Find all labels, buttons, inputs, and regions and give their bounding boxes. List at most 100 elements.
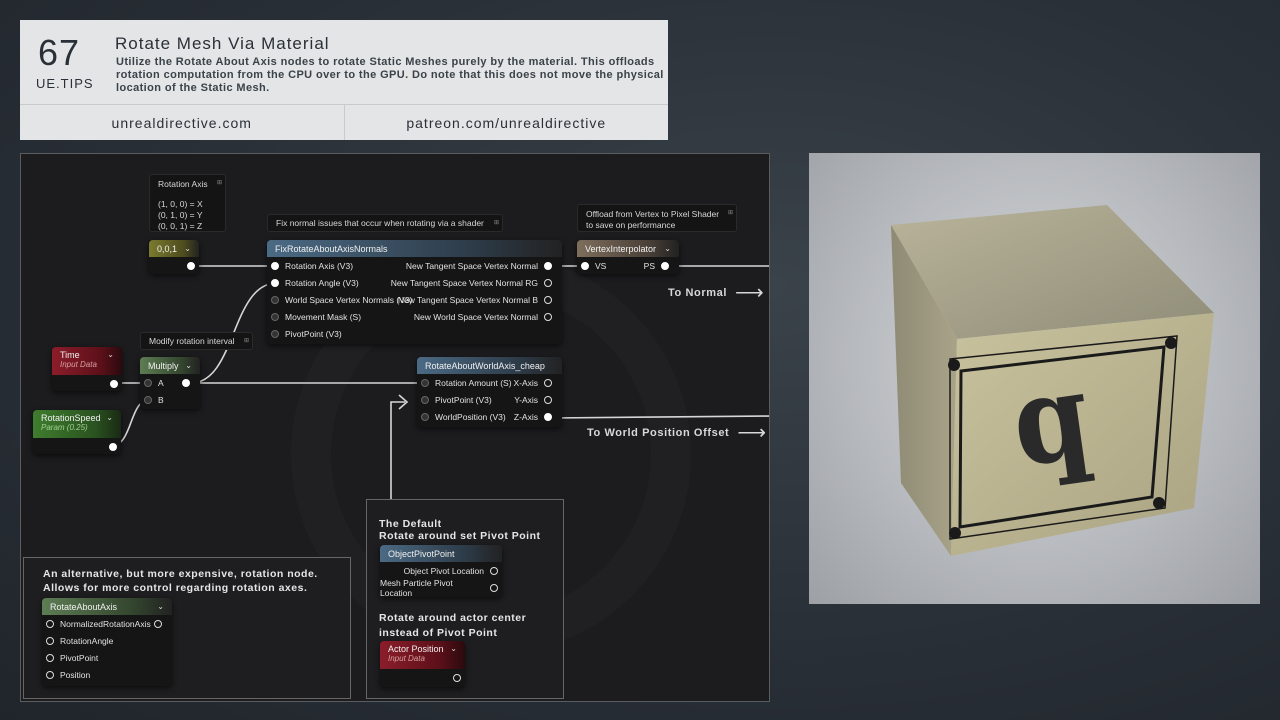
rotate-axis-input-1: RotationAngle bbox=[42, 632, 172, 649]
output-pin[interactable] bbox=[490, 566, 498, 575]
tip-title: Rotate Mesh Via Material bbox=[115, 34, 330, 53]
comment-axis-x: (1, 0, 0) = X bbox=[158, 199, 203, 209]
input-pin[interactable] bbox=[46, 670, 54, 679]
tip-header-card: 67 UE.TIPS Rotate Mesh Via Material Util… bbox=[20, 20, 668, 140]
cheap-output-y: Y-Axis bbox=[514, 391, 558, 408]
output-pin[interactable] bbox=[490, 583, 498, 592]
output-pin[interactable] bbox=[187, 261, 195, 270]
multiply-node[interactable]: Multiply ⌄ A B bbox=[140, 357, 200, 409]
chevron-down-icon[interactable]: ⌄ bbox=[106, 413, 113, 422]
output-pin[interactable] bbox=[154, 619, 162, 628]
vertex-node-title: VertexInterpolator bbox=[585, 243, 657, 254]
pin-label: VS bbox=[595, 260, 607, 271]
default-title-line2: Rotate around set Pivot Point bbox=[379, 530, 541, 542]
multiply-node-header: Multiply ⌄ bbox=[140, 357, 200, 374]
chevron-down-icon[interactable]: ⌄ bbox=[450, 644, 457, 653]
rotate-axis-node-header: RotateAboutAxis ⌄ bbox=[42, 598, 172, 615]
output-pin[interactable] bbox=[544, 295, 552, 304]
vertex-interpolator-node[interactable]: VertexInterpolator ⌄ VS PS bbox=[577, 240, 679, 274]
output-pin[interactable] bbox=[544, 312, 552, 321]
speed-node-sub: Param (0.25) bbox=[41, 423, 88, 432]
input-pin[interactable] bbox=[46, 619, 54, 628]
chevron-down-icon[interactable]: ⌄ bbox=[664, 244, 671, 253]
constant-vector-node[interactable]: 0,0,1 ⌄ bbox=[149, 240, 199, 274]
input-pin[interactable] bbox=[271, 329, 279, 338]
website-link[interactable]: unrealdirective.com bbox=[20, 105, 344, 140]
output-pin[interactable] bbox=[109, 442, 117, 451]
input-pin[interactable] bbox=[581, 261, 589, 270]
pin-label: Mesh Particle Pivot Location bbox=[380, 577, 453, 598]
chevron-down-icon[interactable]: ⌄ bbox=[185, 361, 192, 370]
input-pin[interactable] bbox=[421, 378, 429, 387]
vertex-output: PS bbox=[644, 257, 675, 274]
constant-node-label: 0,0,1 bbox=[157, 243, 178, 254]
pin-label: Rotation Axis (V3) bbox=[285, 260, 354, 271]
actor-position-node[interactable]: Actor Position Input Data ⌄ bbox=[380, 641, 465, 687]
fix-node-title: FixRotateAboutAxisNormals bbox=[275, 243, 388, 254]
output-pin[interactable] bbox=[182, 378, 190, 387]
fix-input-rotation-axis: Rotation Axis (V3) New Tangent Space Ver… bbox=[267, 257, 562, 274]
fix-input-rotation-angle: Rotation Angle (V3) New Tangent Space Ve… bbox=[267, 274, 562, 291]
time-node-title: Time bbox=[60, 350, 80, 360]
rotate-axis-input-3: Position bbox=[42, 666, 172, 683]
cheap-output-x: X-Axis bbox=[513, 374, 558, 391]
input-pin[interactable] bbox=[271, 312, 279, 321]
constant-output-row bbox=[149, 257, 199, 274]
pin-label: Y-Axis bbox=[514, 394, 538, 405]
pin-label: Position bbox=[60, 669, 91, 680]
chevron-down-icon[interactable]: ⌄ bbox=[157, 602, 164, 611]
output-pin[interactable] bbox=[544, 395, 552, 404]
chevron-down-icon[interactable]: ⌄ bbox=[184, 244, 191, 253]
input-pin[interactable] bbox=[271, 261, 279, 270]
pivot-output-0: Object Pivot Location bbox=[380, 562, 502, 579]
patreon-link[interactable]: patreon.com/unrealdirective bbox=[343, 105, 669, 140]
rotate-axis-output bbox=[148, 615, 168, 632]
pin-label: New Tangent Space Vertex Normal bbox=[405, 260, 538, 271]
rotation-speed-node[interactable]: RotationSpeed Param (0.25) ⌄ bbox=[33, 410, 121, 454]
default-pivot-box: The Default Rotate around set Pivot Poin… bbox=[366, 499, 564, 699]
actor-text-line1: Rotate around actor center bbox=[379, 612, 527, 624]
arrow-right-icon: ⟶ bbox=[737, 421, 767, 444]
input-pin[interactable] bbox=[144, 378, 152, 387]
chevron-down-icon[interactable]: ⌄ bbox=[107, 350, 114, 359]
fix-rotate-normals-node[interactable]: FixRotateAboutAxisNormals Rotation Axis … bbox=[267, 240, 562, 344]
fix-input-world-normals: World Space Vertex Normals (V3) New Tang… bbox=[267, 291, 562, 308]
input-pin[interactable] bbox=[144, 395, 152, 404]
pivot-node-title: ObjectPivotPoint bbox=[388, 548, 455, 559]
comment-pin-icon: ⊞ bbox=[216, 180, 222, 186]
input-pin[interactable] bbox=[46, 636, 54, 645]
speed-node-title: RotationSpeed bbox=[41, 413, 101, 423]
output-pin[interactable] bbox=[544, 412, 552, 421]
pin-label: New World Space Vertex Normal bbox=[413, 311, 538, 322]
input-pin[interactable] bbox=[271, 278, 279, 287]
rotate-about-axis-node[interactable]: RotateAboutAxis ⌄ NormalizedRotationAxis… bbox=[42, 598, 172, 686]
rotate-world-axis-cheap-node[interactable]: RotateAboutWorldAxis_cheap Rotation Amou… bbox=[417, 357, 562, 427]
time-node[interactable]: Time Input Data ⌄ bbox=[52, 347, 122, 391]
actor-node-header: Actor Position Input Data ⌄ bbox=[380, 641, 465, 669]
speed-output-row bbox=[33, 438, 121, 455]
speed-node-header: RotationSpeed Param (0.25) ⌄ bbox=[33, 410, 121, 438]
mesh-preview-viewport[interactable]: q bbox=[809, 153, 1260, 604]
input-pin[interactable] bbox=[421, 412, 429, 421]
tip-tag: UE.TIPS bbox=[36, 76, 94, 91]
output-pin[interactable] bbox=[544, 278, 552, 287]
comment-pin-icon: ⊞ bbox=[493, 220, 499, 226]
comment-pin-icon: ⊞ bbox=[727, 210, 733, 216]
output-pin[interactable] bbox=[661, 261, 669, 270]
input-pin[interactable] bbox=[271, 295, 279, 304]
cheap-row-1: PivotPoint (V3) Y-Axis bbox=[417, 391, 562, 408]
constant-node-header: 0,0,1 ⌄ bbox=[149, 240, 199, 257]
to-normal-label: To Normal ⟶ bbox=[668, 283, 764, 303]
input-pin[interactable] bbox=[46, 653, 54, 662]
fix-input-pivot: PivotPoint (V3) bbox=[267, 325, 562, 342]
output-pin[interactable] bbox=[453, 673, 461, 682]
output-pin[interactable] bbox=[110, 379, 118, 388]
pin-label: Object Pivot Location bbox=[403, 565, 484, 576]
output-pin[interactable] bbox=[544, 261, 552, 270]
material-graph-panel[interactable]: ⊞ Rotation Axis (1, 0, 0) = X (0, 1, 0) … bbox=[20, 153, 770, 702]
pin-label: New Tangent Space Vertex Normal B bbox=[397, 294, 538, 305]
object-pivot-point-node[interactable]: ObjectPivotPoint Object Pivot Location M… bbox=[380, 545, 502, 598]
input-pin[interactable] bbox=[421, 395, 429, 404]
output-pin[interactable] bbox=[544, 378, 552, 387]
actor-text-line2: instead of Pivot Point bbox=[379, 627, 498, 639]
